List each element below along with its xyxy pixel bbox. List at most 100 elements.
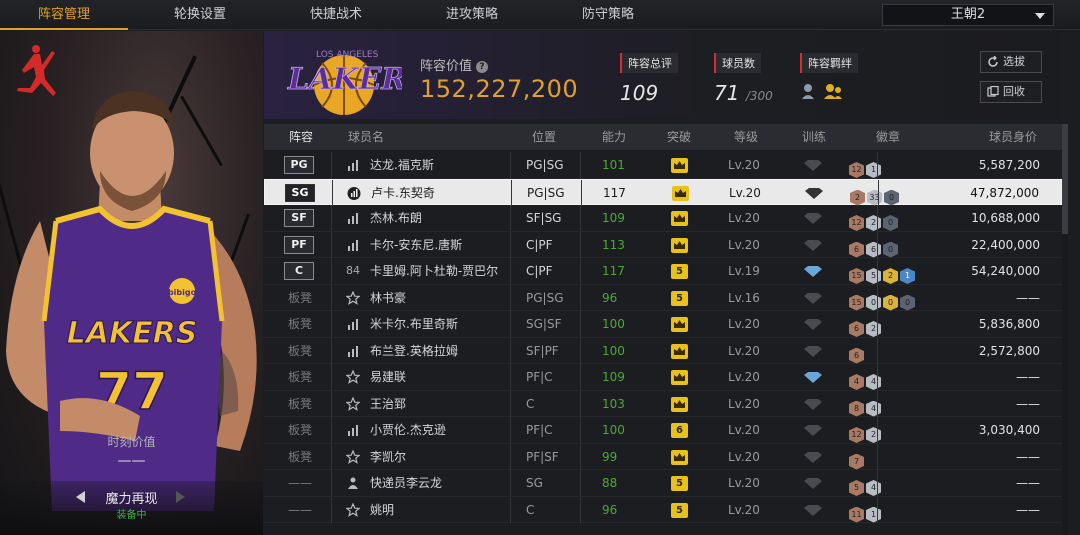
slot-cell: 板凳 [264, 417, 332, 443]
player-name: 卡尔-安东尼.唐斯 [370, 237, 463, 252]
tab-offense-strategy[interactable]: 进攻策略 [408, 0, 536, 30]
training-icon[interactable] [802, 451, 824, 464]
col-breakthrough[interactable]: 突破 [667, 124, 691, 150]
rank-number: 84 [346, 264, 360, 277]
col-level[interactable]: 等级 [734, 124, 758, 150]
badge-list[interactable]: 660 [849, 237, 900, 258]
training-icon[interactable] [803, 187, 825, 200]
player-rating: 100 [602, 317, 625, 331]
player-rating: 103 [602, 396, 625, 411]
star-icon [346, 396, 360, 411]
player-rating: 101 [602, 158, 625, 172]
scrollbar-thumb[interactable] [1062, 124, 1068, 234]
col-salary[interactable]: 球员身价 [989, 124, 1037, 150]
rank-bars-icon [348, 160, 358, 171]
player-salary: 47,872,000 [970, 185, 1039, 200]
recycle-button[interactable]: 回收 [980, 81, 1042, 103]
table-scrollbar[interactable] [1062, 124, 1068, 535]
crown-icon [674, 399, 685, 408]
badge-list[interactable]: 2 33 0 [850, 185, 901, 206]
slot-badge: PF [284, 235, 314, 254]
training-icon[interactable] [802, 239, 824, 252]
player-rating: 100 [602, 343, 625, 358]
badge-list[interactable]: 7 [849, 449, 866, 470]
badge-silver-icon: 4 [866, 480, 881, 496]
col-position[interactable]: 位置 [532, 124, 556, 150]
training-icon[interactable] [802, 504, 824, 517]
player-salary: 3,030,400 [978, 423, 1040, 437]
slot-label: 板凳 [288, 396, 313, 411]
select-button[interactable]: 选拔 [980, 51, 1042, 73]
table-row[interactable]: SF 杰林.布朗 SF|SG 109 Lv.20 12 2 0 10,688,000 [264, 205, 1062, 232]
stat-rating: 阵容总评 109 [620, 52, 678, 105]
player-level: Lv.20 [728, 370, 760, 384]
player-salary: —— [1016, 396, 1040, 411]
training-icon[interactable] [802, 398, 824, 411]
breakthrough-badge [671, 370, 688, 385]
col-name[interactable]: 球员名 [348, 124, 384, 150]
training-icon[interactable] [802, 265, 824, 278]
team-select-dropdown[interactable]: 王朝2 [882, 4, 1054, 26]
player-name: 林书豪 [370, 290, 407, 305]
player-level: Lv.20 [728, 158, 760, 172]
badge-bronze-icon: 8 [849, 400, 864, 417]
table-row[interactable]: PG 达龙.福克斯 PG|SG 101 Lv.20 12 1 5,587,200 [264, 152, 1062, 179]
training-icon[interactable] [802, 292, 824, 305]
table-row[interactable]: 板凳 易建联 PF|C 109 Lv.20 4 4 —— [264, 364, 1062, 391]
col-slot[interactable]: 阵容 [289, 124, 313, 150]
help-icon[interactable]: ? [476, 61, 489, 73]
table-row[interactable]: 板凳 王治郅 C 103 Lv.20 8 4 —— [264, 390, 1062, 417]
slot-cell: 板凳 [264, 284, 332, 311]
tab-lineup-management[interactable]: 阵容管理 [0, 0, 128, 30]
training-icon[interactable] [802, 371, 824, 384]
col-training[interactable]: 训练 [802, 124, 826, 150]
table-row[interactable]: —— 姚明 C 96 5 Lv.20 11 1 —— [264, 496, 1062, 523]
breakthrough-badge: 5 [671, 264, 688, 279]
table-row[interactable]: PF 卡尔-安东尼.唐斯 C|PF 113 Lv.20 6 6 0 22,400,000 [264, 231, 1062, 258]
training-icon[interactable] [802, 345, 824, 358]
player-count-value: 71 [714, 81, 740, 105]
slot-badge: SF [284, 209, 314, 227]
badge-list[interactable]: 15 5 2 1 [849, 263, 917, 284]
table-row[interactable]: 板凳 林书豪 PG|SG 96 5 Lv.16 15 0 0 0 —— [264, 284, 1062, 311]
badge-bronze-icon: 6 [849, 347, 864, 364]
player-rating: 100 [602, 423, 625, 437]
logo-subtext: LOS ANGELES [316, 50, 379, 60]
bond-group-icon[interactable] [800, 81, 846, 103]
table-row[interactable]: 板凳 小贾伦.杰克逊 PF|C 100 6 Lv.20 12 2 3,030,400 [264, 417, 1062, 444]
table-row[interactable]: 板凳 李凯尔 PF|SF 99 Lv.20 7 —— [264, 443, 1062, 470]
player-salary: —— [1016, 502, 1040, 517]
player-rating: 117 [603, 185, 626, 200]
col-rating[interactable]: 能力 [602, 124, 626, 150]
badge-list[interactable]: 6 [849, 343, 866, 364]
slot-label: 板凳 [288, 343, 313, 358]
player-level: Lv.20 [728, 211, 760, 225]
col-badges[interactable]: 徽章 [876, 124, 900, 150]
player-rating: 109 [602, 211, 625, 225]
training-icon[interactable] [802, 477, 824, 490]
slot-badge: SG [285, 183, 315, 202]
table-row[interactable]: C 84 卡里姆.阿卜杜勒-贾巴尔 C|PF 117 5 Lv.19 15 5 2 1 54,240,… [264, 258, 1062, 285]
table-row[interactable]: 板凳 布兰登.英格拉姆 SF|PF 100 Lv.20 6 2,572,800 [264, 337, 1062, 364]
table-row[interactable]: SG 卢卡.东契奇 PG|SG 117 Lv.20 2 33 0 47,872,000 [264, 178, 1062, 206]
slot-cell: —— [264, 470, 332, 496]
badge-silver-icon: 1 [866, 506, 881, 523]
badge-list[interactable]: 12 2 0 [849, 210, 900, 231]
training-icon[interactable] [802, 212, 824, 225]
training-icon[interactable] [802, 424, 824, 437]
tab-defense-strategy[interactable]: 防守策略 [544, 0, 672, 30]
slot-label: —— [288, 502, 312, 517]
player-name: 达龙.福克斯 [370, 158, 434, 172]
training-icon[interactable] [802, 318, 824, 331]
training-icon[interactable] [802, 159, 824, 172]
table-row[interactable]: 板凳 米卡尔.布里奇斯 SG|SF 100 Lv.20 6 2 5,836,800 [264, 311, 1062, 338]
player-level: Lv.20 [728, 237, 760, 252]
breakthrough-badge [672, 185, 689, 201]
player-level: Lv.20 [728, 502, 760, 517]
tab-rotation-settings[interactable]: 轮换设置 [136, 0, 264, 30]
tab-quick-tactics[interactable]: 快捷战术 [272, 0, 400, 30]
player-level: Lv.16 [728, 290, 760, 305]
slot-cell: C [264, 258, 332, 284]
table-row[interactable]: —— 快递员李云龙 SG 88 5 Lv.20 5 4 —— [264, 470, 1062, 497]
badge-list[interactable]: 15 0 0 0 [849, 290, 917, 311]
